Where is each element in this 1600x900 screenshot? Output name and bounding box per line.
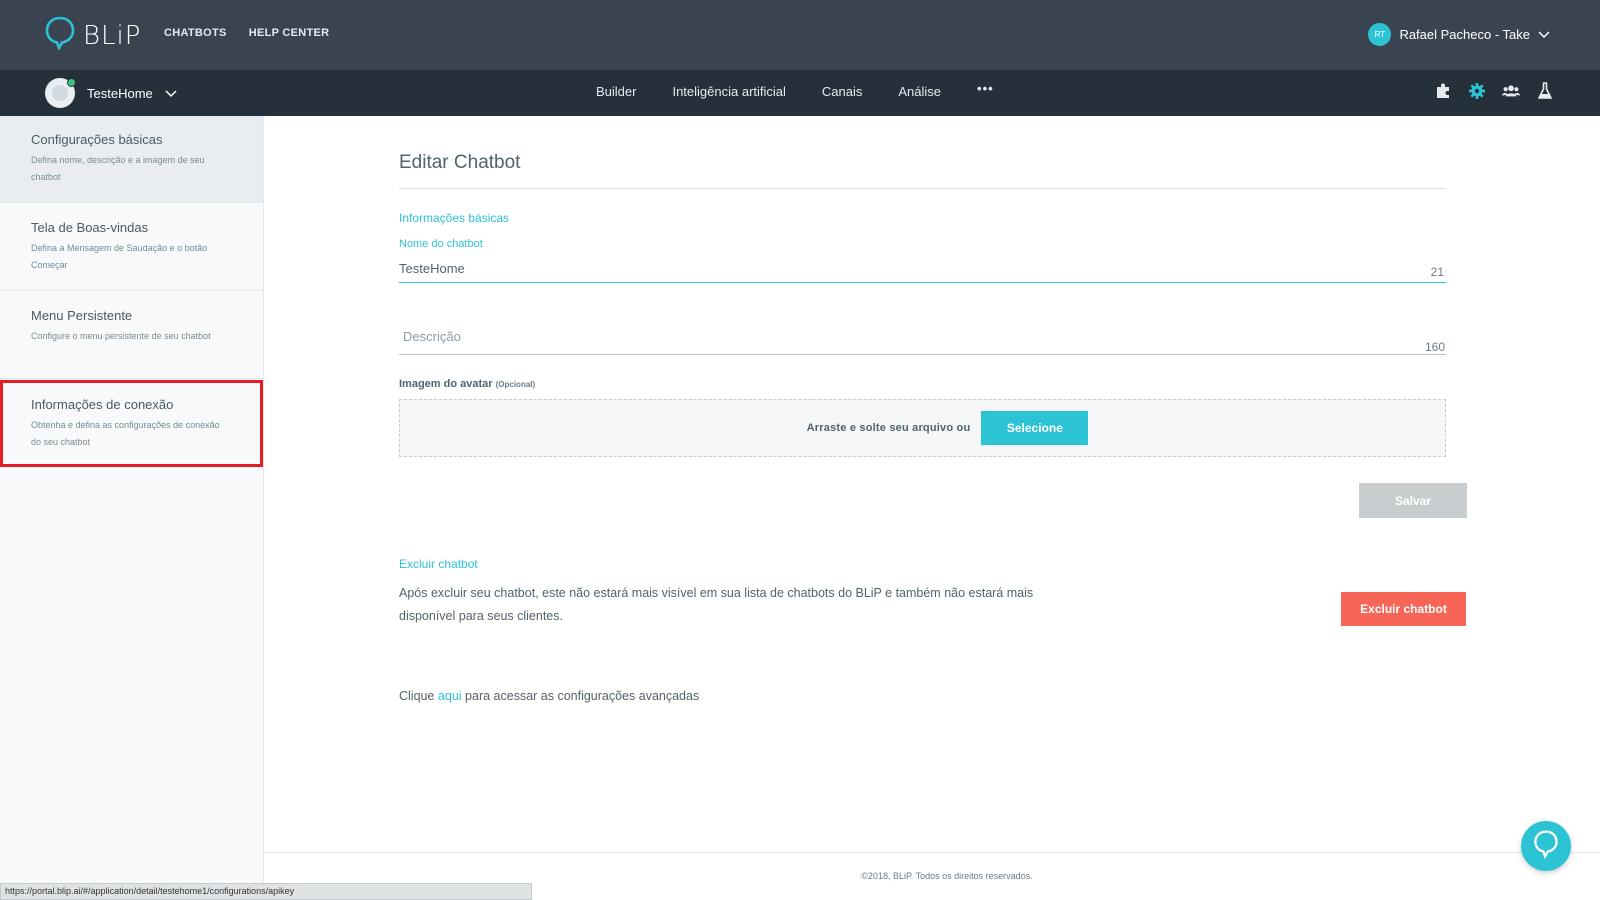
- tab-canais[interactable]: Canais: [822, 84, 862, 99]
- optional-tag: (Opcional): [495, 380, 536, 389]
- chevron-down-icon: [1538, 27, 1550, 42]
- chatbot-name-input[interactable]: TesteHome: [399, 261, 465, 276]
- advanced-settings-text: Clique aqui para acessar as configuraçõe…: [399, 689, 699, 703]
- tool-icons: [1434, 82, 1554, 100]
- tab-inteligencia-artificial[interactable]: Inteligência artificial: [672, 84, 785, 99]
- chevron-down-icon: [165, 86, 177, 101]
- chatbot-name-label: Nome do chatbot: [399, 238, 483, 250]
- blip-logo[interactable]: BLiP: [45, 16, 141, 55]
- basic-info-heading: Informações básicas: [399, 211, 510, 225]
- sidebar-item-informacoes-conexao[interactable]: Informações de conexão Obtenha e defina …: [0, 380, 263, 467]
- avatar-dropzone[interactable]: Arraste e solte seu arquivo ou Selecione: [399, 399, 1446, 457]
- description-input-underline: [399, 354, 1446, 355]
- footer-copyright: ©2018, BLiP. Todos os direitos reservado…: [861, 871, 1033, 881]
- nav-chatbots[interactable]: CHATBOTS: [164, 27, 227, 39]
- avatar-image-label: Imagem do avatar (Opcional): [399, 378, 535, 390]
- advanced-prefix: Clique: [399, 689, 435, 703]
- speech-bubble-icon: [1531, 829, 1561, 864]
- delete-chatbot-heading: Excluir chatbot: [399, 557, 478, 571]
- sidebar-item-configuracoes-basicas[interactable]: Configurações básicas Defina nome, descr…: [0, 116, 263, 203]
- advanced-settings-link[interactable]: aqui: [438, 689, 462, 703]
- top-nav: CHATBOTS HELP CENTER: [164, 27, 329, 39]
- bot-selector[interactable]: TesteHome: [45, 78, 177, 108]
- user-menu[interactable]: RT Rafael Pacheco - Take: [1368, 23, 1550, 46]
- save-button[interactable]: Salvar: [1359, 483, 1467, 518]
- online-status-dot: [67, 78, 76, 87]
- nav-help-center[interactable]: HELP CENTER: [249, 27, 330, 39]
- sidebar-item-title: Menu Persistente: [31, 308, 133, 323]
- gear-icon[interactable]: [1468, 82, 1486, 100]
- flask-icon[interactable]: [1536, 82, 1554, 100]
- footer-divider: [264, 852, 1600, 853]
- bot-name: TesteHome: [87, 85, 153, 101]
- users-icon[interactable]: [1502, 82, 1520, 100]
- title-divider: [399, 188, 1446, 189]
- speech-bubble-icon: [45, 16, 75, 55]
- sidebar-item-tela-boas-vindas[interactable]: Tela de Boas-vindas Defina a Mensagem de…: [0, 204, 263, 291]
- more-menu-icon[interactable]: •••: [977, 81, 994, 99]
- delete-chatbot-button[interactable]: Excluir chatbot: [1341, 592, 1466, 626]
- user-avatar: RT: [1368, 23, 1392, 46]
- sidebar-item-desc: Defina nome, descrição e a imagem de seu…: [31, 155, 205, 182]
- bot-nav-bar: TesteHome Builder Inteligência artificia…: [0, 70, 1600, 116]
- tab-builder[interactable]: Builder: [596, 84, 636, 99]
- sidebar-item-desc: Obtenha e defina as configurações de con…: [31, 420, 220, 447]
- bot-avatar: [45, 78, 76, 108]
- tab-analise[interactable]: Análise: [898, 84, 941, 99]
- sidebar-item-menu-persistente[interactable]: Menu Persistente Configure o menu persis…: [0, 292, 263, 379]
- top-bar: BLiP CHATBOTS HELP CENTER RT Rafael Pach…: [0, 0, 1600, 70]
- sidebar-item-title: Tela de Boas-vindas: [31, 220, 149, 235]
- description-input[interactable]: Descrição: [403, 329, 461, 344]
- name-char-counter: 21: [1430, 265, 1444, 279]
- puzzle-icon[interactable]: [1434, 82, 1452, 100]
- sidebar-item-desc: Defina a Mensagem de Saudação e o botão …: [31, 243, 208, 270]
- dropzone-text: Arraste e solte seu arquivo ou: [806, 422, 971, 434]
- page-title: Editar Chatbot: [399, 152, 521, 173]
- name-input-underline: [399, 282, 1446, 283]
- sidebar-item-title: Configurações básicas: [31, 132, 163, 147]
- user-name: Rafael Pacheco - Take: [1399, 27, 1530, 42]
- browser-status-url: https://portal.blip.ai/#/application/det…: [0, 883, 532, 900]
- delete-warning-text: Após excluir seu chatbot, este não estar…: [399, 586, 1034, 623]
- main-nav: Builder Inteligência artificial Canais A…: [596, 81, 994, 99]
- sidebar-item-title: Informações de conexão: [31, 397, 174, 412]
- description-char-counter: 160: [1424, 340, 1445, 354]
- avatar-label-text: Imagem do avatar: [399, 378, 493, 390]
- select-file-button[interactable]: Selecione: [981, 411, 1089, 445]
- chat-support-button[interactable]: [1521, 821, 1571, 871]
- logo-text: BLiP: [83, 20, 142, 51]
- settings-sidebar: Configurações básicas Defina nome, descr…: [0, 116, 264, 900]
- sidebar-item-desc: Configure o menu persistente de seu chat…: [31, 331, 211, 341]
- main-content: Editar Chatbot Informações básicas Nome …: [264, 116, 1600, 900]
- advanced-suffix: para acessar as configurações avançadas: [465, 689, 700, 703]
